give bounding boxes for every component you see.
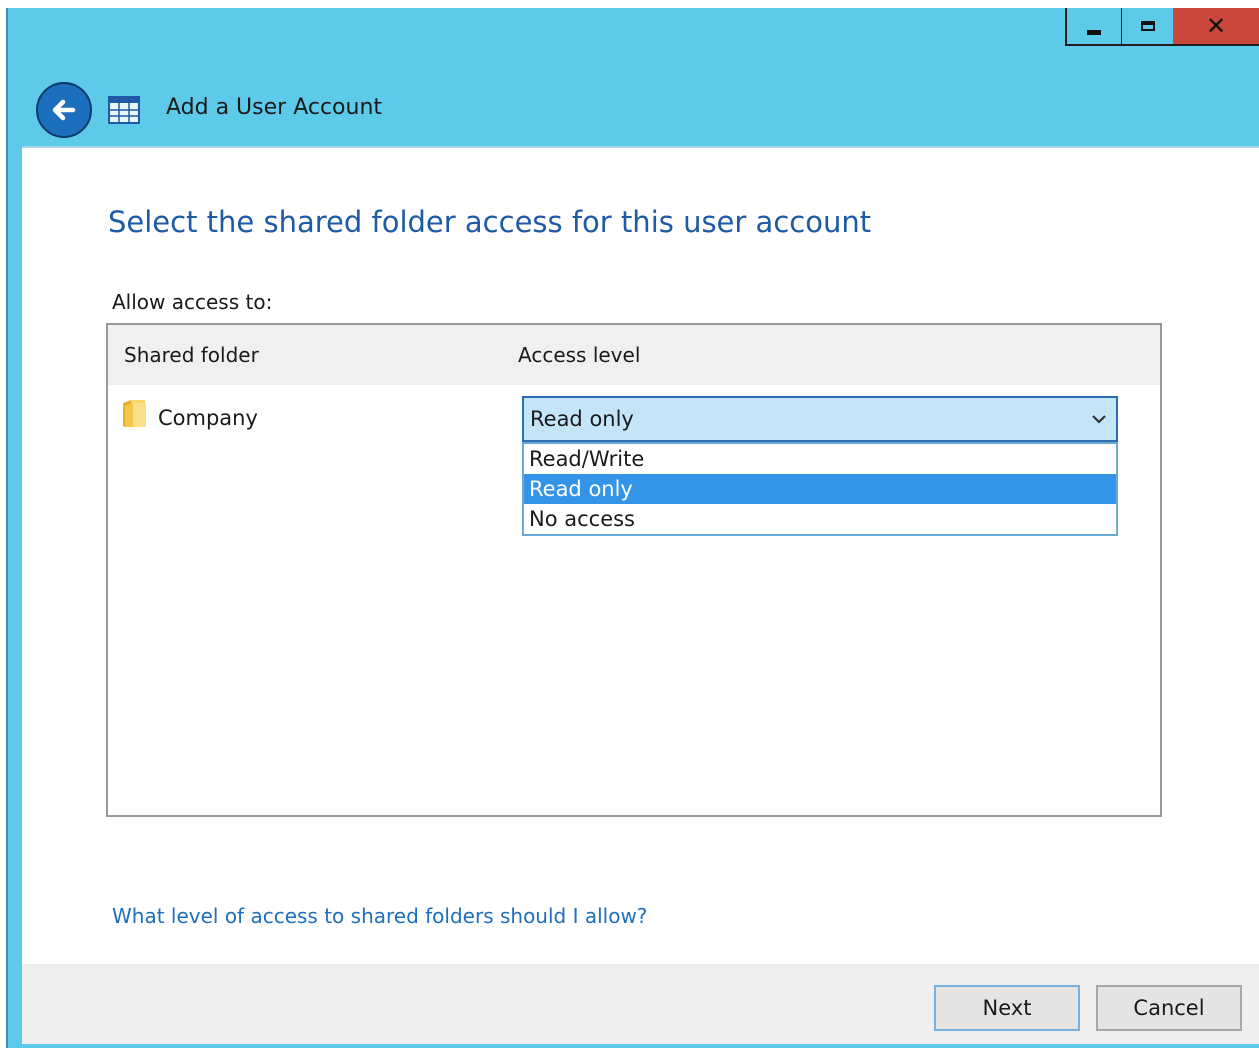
allow-access-label: Allow access to:	[112, 290, 273, 314]
access-level-value: Read only	[530, 407, 634, 431]
option-read-only[interactable]: Read only	[524, 474, 1116, 504]
option-no-access[interactable]: No access	[524, 504, 1116, 534]
access-level-select[interactable]: Read only	[522, 396, 1118, 442]
footer-bar: Next Cancel	[22, 964, 1259, 1048]
column-header-shared-folder: Shared folder	[124, 343, 259, 367]
minimize-button[interactable]	[1065, 8, 1121, 46]
window-frame-edge	[6, 8, 8, 1048]
close-button[interactable]: ✕	[1173, 8, 1259, 46]
column-header-access-level: Access level	[518, 343, 641, 367]
back-button[interactable]	[36, 82, 92, 138]
maximize-icon	[1140, 21, 1155, 31]
caption-buttons: ✕	[1065, 8, 1259, 48]
access-level-dropdown: Read/Write Read only No access	[522, 442, 1118, 536]
user-accounts-app-icon	[108, 96, 140, 124]
page-heading: Select the shared folder access for this…	[108, 205, 872, 239]
window-title: Add a User Account	[166, 95, 383, 120]
bottom-border	[22, 1044, 1259, 1048]
app-window: ✕ Add a User Account Select the shared f…	[0, 0, 1259, 1048]
folder-icon	[123, 400, 146, 427]
folder-name: Company	[158, 406, 258, 430]
chevron-down-icon	[1092, 415, 1106, 424]
next-button[interactable]: Next	[934, 985, 1080, 1031]
maximize-button[interactable]	[1121, 8, 1173, 46]
option-read-write[interactable]: Read/Write	[524, 444, 1116, 474]
shared-folder-table: Shared folder Access level Company Read …	[106, 323, 1162, 817]
minimize-icon	[1087, 29, 1101, 35]
table-header: Shared folder Access level	[108, 325, 1160, 385]
help-link[interactable]: What level of access to shared folders s…	[112, 904, 647, 928]
close-icon: ✕	[1205, 12, 1227, 40]
cancel-button[interactable]: Cancel	[1096, 985, 1242, 1031]
back-arrow-icon	[52, 99, 76, 121]
top-border	[0, 0, 1259, 8]
